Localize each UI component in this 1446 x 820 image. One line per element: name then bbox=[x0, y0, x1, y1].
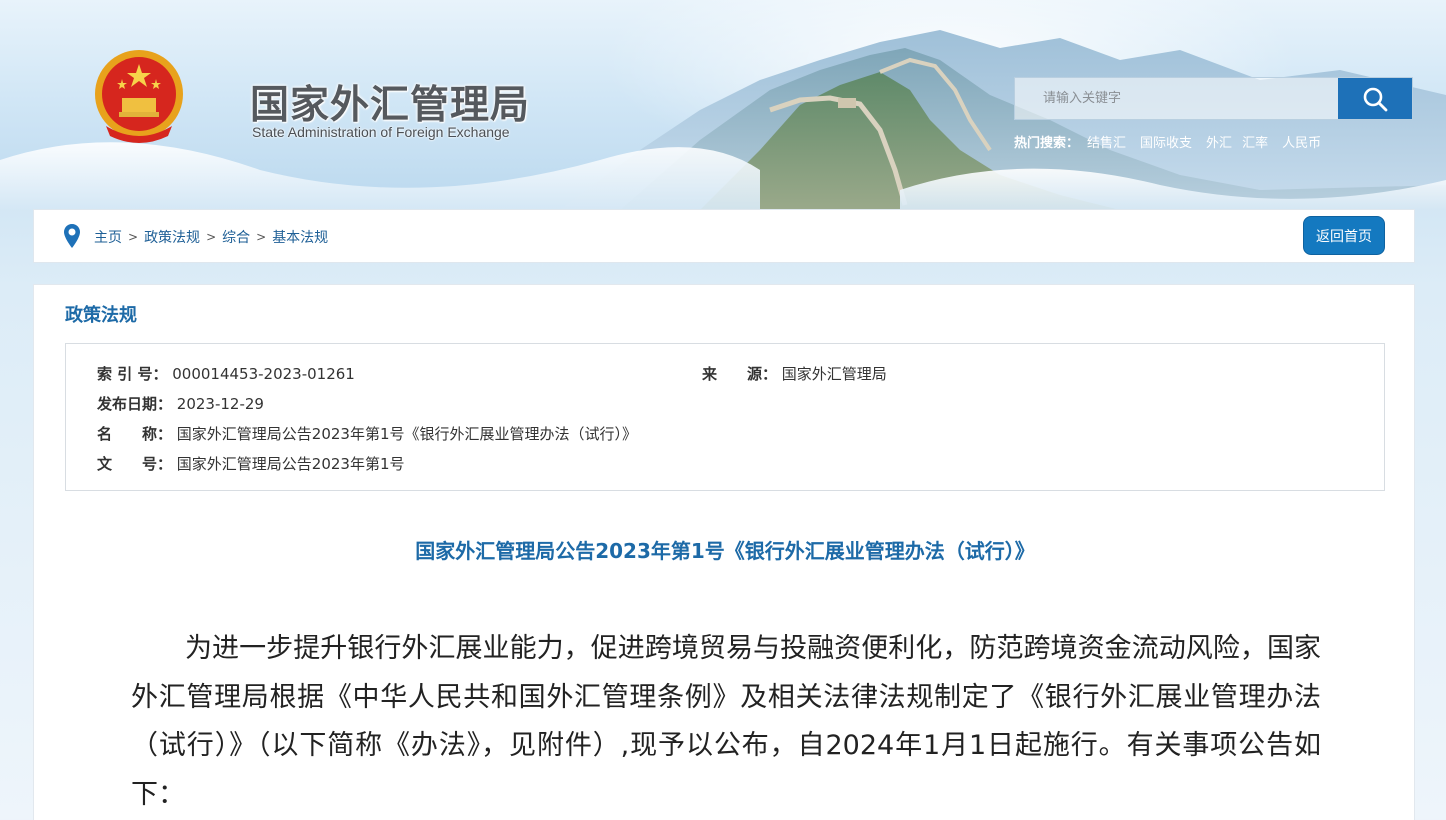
document-body: 为进一步提升银行外汇展业能力，促进跨境贸易与投融资便利化，防范跨境资金流动风险，… bbox=[131, 633, 1321, 810]
breadcrumb-general[interactable]: 综合 bbox=[222, 227, 250, 247]
site-title-cn: 国家外汇管理局 bbox=[250, 83, 531, 128]
meta-index-row: 索 引 号： 000014453-2023-01261 bbox=[97, 363, 355, 384]
search-input[interactable] bbox=[1015, 78, 1338, 119]
site-title-en: State Administration of Foreign Exchange bbox=[252, 124, 510, 140]
search-button[interactable] bbox=[1338, 78, 1412, 119]
search-box bbox=[1014, 77, 1413, 120]
hot-search: 热门搜索： 结售汇 国际收支 外汇 汇率 人民币 bbox=[1014, 132, 1335, 151]
meta-date-label: 发布日期： bbox=[97, 395, 173, 413]
document-title: 国家外汇管理局公告2023年第1号《银行外汇展业管理办法（试行）》 bbox=[415, 539, 1035, 563]
return-home-button[interactable]: 返回首页 bbox=[1303, 216, 1385, 255]
meta-name-label: 名 称： bbox=[97, 425, 173, 443]
site-header: 国家外汇管理局 State Administration of Foreign … bbox=[0, 0, 1446, 210]
hot-search-item[interactable]: 国际收支 bbox=[1140, 132, 1192, 151]
meta-source-row: 来 源： 国家外汇管理局 bbox=[702, 363, 887, 384]
section-title: 政策法规 bbox=[65, 305, 137, 326]
hot-search-label: 热门搜索： bbox=[1014, 136, 1080, 151]
breadcrumb-separator: > bbox=[256, 230, 267, 244]
meta-docno-value: 国家外汇管理局公告2023年第1号 bbox=[176, 455, 405, 473]
location-pin-icon bbox=[64, 224, 80, 248]
breadcrumb-bar: 主页 > 政策法规 > 综合 > 基本法规 返回首页 bbox=[33, 209, 1415, 263]
meta-index-label: 索 引 号： bbox=[97, 365, 168, 383]
meta-name-value: 国家外汇管理局公告2023年第1号《银行外汇展业管理办法（试行）》 bbox=[176, 425, 638, 443]
breadcrumb-separator: > bbox=[128, 230, 139, 244]
breadcrumb-home[interactable]: 主页 bbox=[94, 227, 122, 247]
meta-source-value: 国家外汇管理局 bbox=[781, 365, 887, 383]
breadcrumb-separator: > bbox=[206, 230, 217, 244]
meta-date-row: 发布日期： 2023-12-29 bbox=[97, 393, 264, 414]
hot-search-item[interactable]: 汇率 bbox=[1242, 132, 1268, 151]
meta-date-value: 2023-12-29 bbox=[176, 395, 264, 413]
meta-docno-row: 文 号： 国家外汇管理局公告2023年第1号 bbox=[97, 453, 405, 474]
breadcrumb: 主页 > 政策法规 > 综合 > 基本法规 bbox=[94, 227, 328, 247]
meta-source-label: 来 源： bbox=[702, 365, 778, 383]
breadcrumb-policy[interactable]: 政策法规 bbox=[144, 227, 200, 247]
breadcrumb-basic-rules[interactable]: 基本法规 bbox=[272, 227, 328, 247]
meta-docno-label: 文 号： bbox=[97, 455, 173, 473]
search-icon bbox=[1363, 87, 1388, 111]
hot-search-item[interactable]: 结售汇 bbox=[1087, 132, 1126, 151]
national-emblem-icon bbox=[95, 50, 183, 143]
main-content: 政策法规 索 引 号： 000014453-2023-01261 来 源： 国家… bbox=[33, 284, 1415, 820]
meta-index-value: 000014453-2023-01261 bbox=[172, 365, 355, 383]
document-meta-box: 索 引 号： 000014453-2023-01261 来 源： 国家外汇管理局… bbox=[65, 343, 1385, 491]
hot-search-item[interactable]: 外汇 bbox=[1206, 132, 1232, 151]
meta-name-row: 名 称： 国家外汇管理局公告2023年第1号《银行外汇展业管理办法（试行）》 bbox=[97, 423, 637, 444]
hot-search-item[interactable]: 人民币 bbox=[1282, 132, 1321, 151]
